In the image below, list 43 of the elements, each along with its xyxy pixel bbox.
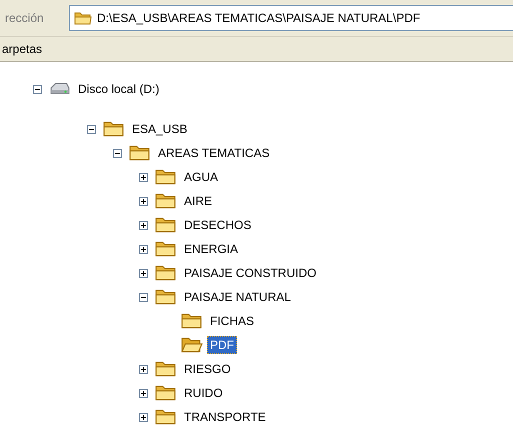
- folder-icon: [155, 384, 177, 402]
- expander-toggle[interactable]: [87, 124, 96, 134]
- expander-toggle[interactable]: [113, 148, 122, 158]
- tree-item[interactable]: ESA_USB: [129, 120, 190, 138]
- folder-icon: [155, 192, 177, 210]
- expander-toggle[interactable]: [139, 364, 148, 374]
- tree-item[interactable]: RIESGO: [181, 360, 234, 378]
- folder-icon: [155, 168, 177, 186]
- open-folder-icon: [181, 336, 203, 354]
- expander-toggle[interactable]: [139, 244, 148, 254]
- tree-item[interactable]: Disco local (D:): [75, 80, 162, 98]
- tree-item[interactable]: RUIDO: [181, 384, 226, 402]
- tree-item[interactable]: PAISAJE NATURAL: [181, 288, 294, 306]
- tree-item[interactable]: AREAS TEMATICAS: [155, 144, 273, 162]
- address-label: rección: [4, 11, 45, 25]
- expander-toggle[interactable]: [139, 388, 148, 398]
- expander-toggle[interactable]: [33, 84, 42, 94]
- expander-toggle[interactable]: [139, 220, 148, 230]
- folder-icon: [74, 11, 92, 25]
- folder-icon: [155, 408, 177, 426]
- tree-item[interactable]: AGUA: [181, 168, 222, 186]
- folder-icon: [103, 120, 125, 138]
- expander-toggle[interactable]: [139, 268, 148, 278]
- tree-item[interactable]: PDF: [207, 336, 237, 354]
- folder-icon: [155, 360, 177, 378]
- folder-icon: [155, 216, 177, 234]
- tree-item[interactable]: TRANSPORTE: [181, 408, 269, 426]
- folder-icon: [155, 264, 177, 282]
- folder-icon: [155, 288, 177, 306]
- folder-icon: [155, 240, 177, 258]
- tree-item[interactable]: FICHAS: [207, 312, 258, 330]
- address-field[interactable]: D:\ESA_USB\AREAS TEMATICAS\PAISAJE NATURAL\PDF: [69, 5, 513, 31]
- expander-toggle[interactable]: [139, 412, 148, 422]
- folder-icon: [181, 312, 203, 330]
- expander-toggle[interactable]: [139, 172, 148, 182]
- tree-item[interactable]: ENERGIA: [181, 240, 242, 258]
- tree-item[interactable]: DESECHOS: [181, 216, 254, 234]
- expander-toggle[interactable]: [139, 292, 148, 302]
- expander-toggle[interactable]: [139, 196, 148, 206]
- folder-icon: [129, 144, 151, 162]
- tree-item[interactable]: PAISAJE CONSTRUIDO: [181, 264, 320, 282]
- pane-title: arpetas: [2, 42, 42, 56]
- tree-item[interactable]: AIRE: [181, 192, 216, 210]
